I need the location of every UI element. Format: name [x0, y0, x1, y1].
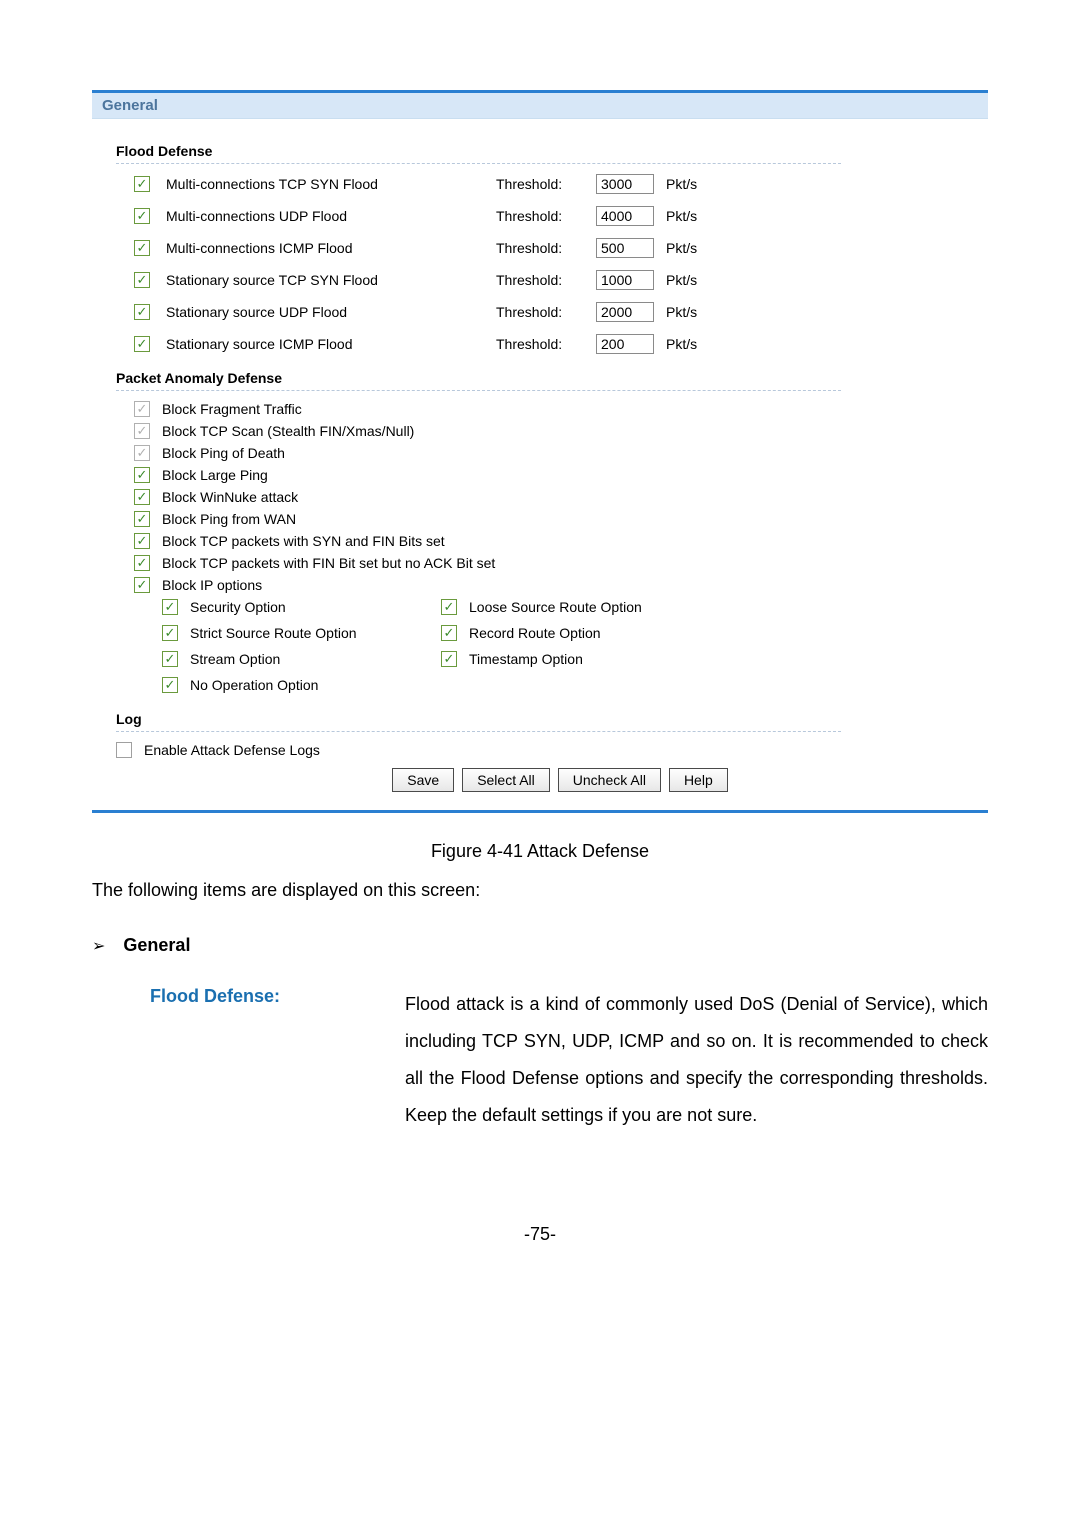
uncheck-all-button[interactable]: Uncheck All: [558, 768, 661, 792]
threshold-label: Threshold:: [496, 208, 596, 224]
flood-grid: Multi-connections TCP SYN Flood Threshol…: [134, 174, 964, 354]
ipopt-label: Strict Source Route Option: [190, 625, 435, 641]
checkbox-anomaly-6[interactable]: [134, 533, 150, 549]
anomaly-label-1: Block TCP Scan (Stealth FIN/Xmas/Null): [162, 423, 414, 439]
ip-options: Security Option Loose Source Route Optio…: [162, 599, 964, 693]
divider: [116, 731, 841, 732]
help-button[interactable]: Help: [669, 768, 728, 792]
threshold-label: Threshold:: [496, 272, 596, 288]
checkbox-anomaly-8[interactable]: [134, 577, 150, 593]
anomaly-label-4: Block WinNuke attack: [162, 489, 298, 505]
flood-label-2: Multi-connections ICMP Flood: [166, 240, 496, 256]
checkbox-anomaly-2[interactable]: [134, 445, 150, 461]
checkbox-flood-3[interactable]: [134, 272, 150, 288]
checkbox-ipopt-loose-source-route[interactable]: [441, 599, 457, 615]
ipopt-label: Stream Option: [190, 651, 435, 667]
bullet-label: General: [123, 935, 190, 956]
checkbox-flood-2[interactable]: [134, 240, 150, 256]
checkbox-anomaly-1[interactable]: [134, 423, 150, 439]
anomaly-label-6: Block TCP packets with SYN and FIN Bits …: [162, 533, 445, 549]
checkbox-flood-5[interactable]: [134, 336, 150, 352]
divider: [116, 390, 841, 391]
flood-label-1: Multi-connections UDP Flood: [166, 208, 496, 224]
threshold-input-5[interactable]: [596, 334, 654, 354]
checkbox-flood-4[interactable]: [134, 304, 150, 320]
bullet-general: ➢ General: [92, 935, 988, 956]
threshold-label: Threshold:: [496, 336, 596, 352]
checkbox-ipopt-record-route[interactable]: [441, 625, 457, 641]
definition-grid: Flood Defense: Flood attack is a kind of…: [150, 986, 988, 1134]
threshold-unit: Pkt/s: [666, 208, 716, 224]
triangle-icon: ➢: [92, 936, 105, 956]
button-row: Save Select All Uncheck All Help: [156, 768, 964, 792]
threshold-unit: Pkt/s: [666, 176, 716, 192]
flood-label-4: Stationary source UDP Flood: [166, 304, 496, 320]
anomaly-title: Packet Anomaly Defense: [116, 370, 964, 386]
threshold-label: Threshold:: [496, 304, 596, 320]
checkbox-ipopt-security[interactable]: [162, 599, 178, 615]
checkbox-ipopt-strict-source-route[interactable]: [162, 625, 178, 641]
threshold-label: Threshold:: [496, 176, 596, 192]
threshold-input-0[interactable]: [596, 174, 654, 194]
checkbox-ipopt-stream[interactable]: [162, 651, 178, 667]
checkbox-anomaly-5[interactable]: [134, 511, 150, 527]
threshold-unit: Pkt/s: [666, 240, 716, 256]
panel-header: General: [92, 93, 988, 119]
flood-defense-title: Flood Defense: [116, 143, 964, 159]
flood-label-3: Stationary source TCP SYN Flood: [166, 272, 496, 288]
general-panel: General Flood Defense Multi-connections …: [92, 90, 988, 813]
checkbox-enable-log[interactable]: [116, 742, 132, 758]
flood-label-0: Multi-connections TCP SYN Flood: [166, 176, 496, 192]
flood-label-5: Stationary source ICMP Flood: [166, 336, 496, 352]
panel-body: Flood Defense Multi-connections TCP SYN …: [92, 119, 988, 810]
threshold-unit: Pkt/s: [666, 272, 716, 288]
anomaly-label-7: Block TCP packets with FIN Bit set but n…: [162, 555, 495, 571]
page-number: -75-: [92, 1224, 988, 1245]
ipopt-label: No Operation Option: [190, 677, 435, 693]
threshold-unit: Pkt/s: [666, 336, 716, 352]
checkbox-ipopt-no-operation[interactable]: [162, 677, 178, 693]
ipopt-label: Record Route Option: [469, 625, 729, 641]
intro-text: The following items are displayed on thi…: [92, 880, 988, 901]
anomaly-label-3: Block Large Ping: [162, 467, 268, 483]
save-button[interactable]: Save: [392, 768, 454, 792]
anomaly-label-2: Block Ping of Death: [162, 445, 285, 461]
threshold-input-3[interactable]: [596, 270, 654, 290]
checkbox-anomaly-0[interactable]: [134, 401, 150, 417]
anomaly-label-8: Block IP options: [162, 577, 262, 593]
threshold-label: Threshold:: [496, 240, 596, 256]
threshold-unit: Pkt/s: [666, 304, 716, 320]
anomaly-label-0: Block Fragment Traffic: [162, 401, 302, 417]
select-all-button[interactable]: Select All: [462, 768, 550, 792]
ipopt-label: Timestamp Option: [469, 651, 729, 667]
checkbox-flood-1[interactable]: [134, 208, 150, 224]
checkbox-flood-0[interactable]: [134, 176, 150, 192]
threshold-input-4[interactable]: [596, 302, 654, 322]
checkbox-anomaly-7[interactable]: [134, 555, 150, 571]
checkbox-anomaly-4[interactable]: [134, 489, 150, 505]
log-title: Log: [116, 711, 964, 727]
anomaly-label-5: Block Ping from WAN: [162, 511, 296, 527]
threshold-input-2[interactable]: [596, 238, 654, 258]
ipopt-label: Loose Source Route Option: [469, 599, 729, 615]
threshold-input-1[interactable]: [596, 206, 654, 226]
checkbox-anomaly-3[interactable]: [134, 467, 150, 483]
ipopt-label: Security Option: [190, 599, 435, 615]
log-label: Enable Attack Defense Logs: [144, 742, 320, 758]
checkbox-ipopt-timestamp[interactable]: [441, 651, 457, 667]
flood-defense-label: Flood Defense:: [150, 986, 375, 1134]
anomaly-list: Block Fragment Traffic Block TCP Scan (S…: [134, 401, 964, 593]
figure-caption: Figure 4-41 Attack Defense: [92, 841, 988, 862]
divider: [116, 163, 841, 164]
flood-defense-text: Flood attack is a kind of commonly used …: [405, 986, 988, 1134]
